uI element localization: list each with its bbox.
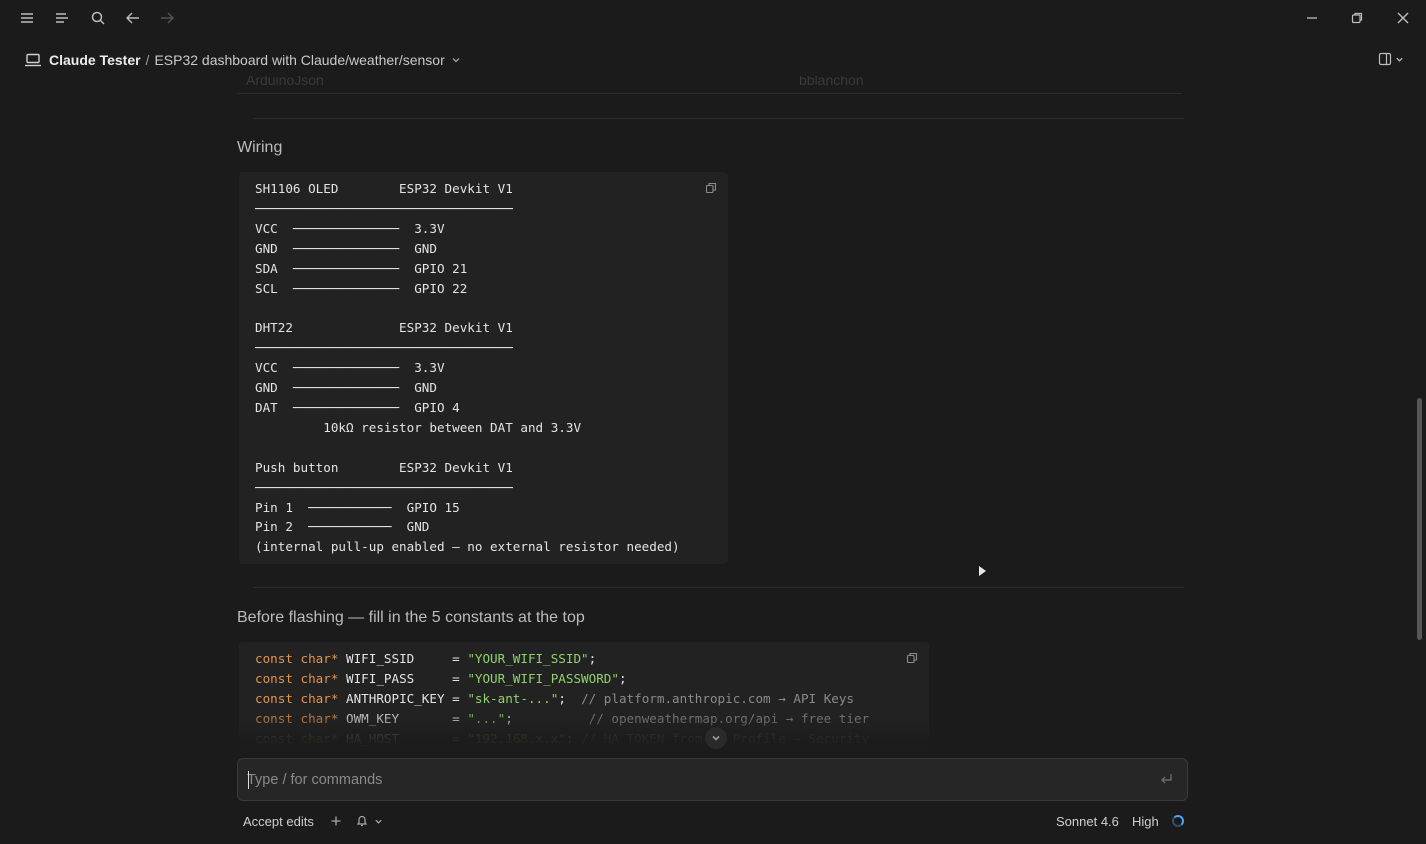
title-bar bbox=[0, 0, 1426, 36]
wiring-code: SH1106 OLED ESP32 Devkit V1 ─────────────… bbox=[255, 179, 680, 557]
code-line: const char* WIFI_SSID = "YOUR_WIFI_SSID"… bbox=[255, 649, 869, 669]
code-token: WIFI_SSID = bbox=[338, 651, 468, 666]
bell-icon[interactable] bbox=[356, 814, 368, 827]
breadcrumb-separator: / bbox=[145, 52, 150, 68]
code-line: ────────────────────────────────── bbox=[255, 340, 513, 356]
effort-selector[interactable]: High bbox=[1132, 814, 1159, 829]
code-line: ────────────────────────────────── bbox=[255, 200, 513, 216]
code-token: ANTHROPIC_KEY = bbox=[338, 690, 468, 706]
code-token: const char* bbox=[255, 690, 339, 706]
sessions-list-icon[interactable] bbox=[50, 6, 74, 30]
code-token: // platform.anthropic.com → API Keys bbox=[581, 690, 855, 706]
section-heading-flashing: Before flashing — fill in the 5 constant… bbox=[237, 609, 585, 626]
back-arrow-icon[interactable] bbox=[121, 6, 145, 30]
plus-icon[interactable] bbox=[330, 815, 342, 827]
faded-table-cell: bblanchon bbox=[799, 76, 864, 88]
code-line: GND ────────────── GND bbox=[255, 240, 437, 256]
code-token: ; bbox=[558, 690, 582, 706]
code-line: SDA ────────────── GPIO 21 bbox=[255, 260, 468, 276]
code-token: "YOUR_WIFI_PASSWORD" bbox=[467, 670, 619, 686]
chevron-down-icon bbox=[712, 735, 720, 741]
code-line: 10kΩ resistor between DAT and 3.3V bbox=[255, 419, 582, 435]
code-token: "YOUR_WIFI_SSID" bbox=[467, 651, 589, 666]
model-selector[interactable]: Sonnet 4.6 bbox=[1056, 814, 1119, 829]
forward-arrow-icon[interactable] bbox=[155, 6, 179, 30]
chevron-down-icon[interactable] bbox=[374, 817, 383, 826]
menu-icon[interactable] bbox=[15, 6, 39, 30]
accept-edits-toggle[interactable]: Accept edits bbox=[243, 814, 314, 829]
restore-icon[interactable] bbox=[1345, 6, 1369, 30]
code-token: const char* bbox=[255, 651, 339, 666]
code-line: (internal pull-up enabled — no external … bbox=[255, 539, 680, 555]
conversation-area: ArduinoJson bblanchon Wiring SH1106 OLED… bbox=[0, 76, 1426, 756]
prompt-input-box[interactable] bbox=[237, 758, 1188, 801]
laptop-icon bbox=[25, 53, 41, 67]
breadcrumb-bar: Claude Tester / ESP32 dashboard with Cla… bbox=[0, 46, 1426, 76]
loading-spinner-icon bbox=[1172, 815, 1184, 827]
divider bbox=[253, 587, 1184, 588]
faded-table-cell: ArduinoJson bbox=[246, 76, 324, 88]
breadcrumb-session[interactable]: ESP32 dashboard with Claude/weather/sens… bbox=[154, 52, 444, 68]
close-icon[interactable] bbox=[1391, 6, 1415, 30]
code-line: SH1106 OLED ESP32 Devkit V1 bbox=[255, 181, 513, 196]
code-line: Pin 2 ─────────── GND bbox=[255, 519, 430, 535]
code-line: DHT22 ESP32 Devkit V1 bbox=[255, 320, 513, 336]
section-heading-wiring: Wiring bbox=[237, 139, 283, 156]
code-token: "sk-ant-..." bbox=[467, 690, 559, 706]
code-line: ────────────────────────────────── bbox=[255, 479, 513, 495]
code-line: VCC ────────────── 3.3V bbox=[255, 360, 445, 376]
mouse-pointer-icon bbox=[979, 566, 986, 576]
code-line: DAT ────────────── GPIO 4 bbox=[255, 399, 460, 415]
wiring-code-block: SH1106 OLED ESP32 Devkit V1 ─────────────… bbox=[239, 172, 728, 564]
copy-icon[interactable] bbox=[906, 652, 918, 664]
side-panel-icon bbox=[1378, 52, 1392, 66]
code-line: VCC ────────────── 3.3V bbox=[255, 220, 445, 236]
code-line: const char* WIFI_PASS = "YOUR_WIFI_PASSW… bbox=[255, 669, 869, 689]
minimize-icon[interactable] bbox=[1300, 6, 1324, 30]
code-line: Push button ESP32 Devkit V1 bbox=[255, 459, 513, 475]
content-fade bbox=[237, 716, 937, 756]
chevron-down-icon[interactable] bbox=[451, 55, 461, 65]
text-caret bbox=[248, 771, 249, 789]
panel-toggle-button[interactable] bbox=[1378, 52, 1404, 66]
code-token: ; bbox=[618, 670, 627, 686]
code-token: ; bbox=[588, 651, 597, 666]
code-token: const char* bbox=[255, 670, 339, 686]
code-line: SCL ────────────── GPIO 22 bbox=[255, 280, 468, 296]
prompt-input[interactable] bbox=[247, 769, 1127, 791]
chevron-down-icon bbox=[1396, 57, 1403, 62]
code-line: const char* ANTHROPIC_KEY = "sk-ant-..."… bbox=[255, 689, 869, 709]
copy-icon[interactable] bbox=[705, 182, 717, 194]
breadcrumb-project[interactable]: Claude Tester bbox=[49, 52, 141, 68]
code-line: Pin 1 ─────────── GPIO 15 bbox=[255, 499, 460, 515]
enter-icon[interactable] bbox=[1158, 771, 1174, 787]
divider bbox=[253, 118, 1184, 119]
code-token: WIFI_PASS = bbox=[338, 670, 468, 686]
table-bottom-border bbox=[237, 93, 1182, 94]
code-line: GND ────────────── GND bbox=[255, 380, 437, 396]
scroll-to-bottom-button[interactable] bbox=[705, 727, 727, 749]
search-icon[interactable] bbox=[86, 6, 110, 30]
scrollbar-thumb[interactable] bbox=[1417, 398, 1422, 640]
breadcrumb[interactable]: Claude Tester / ESP32 dashboard with Cla… bbox=[24, 52, 461, 68]
